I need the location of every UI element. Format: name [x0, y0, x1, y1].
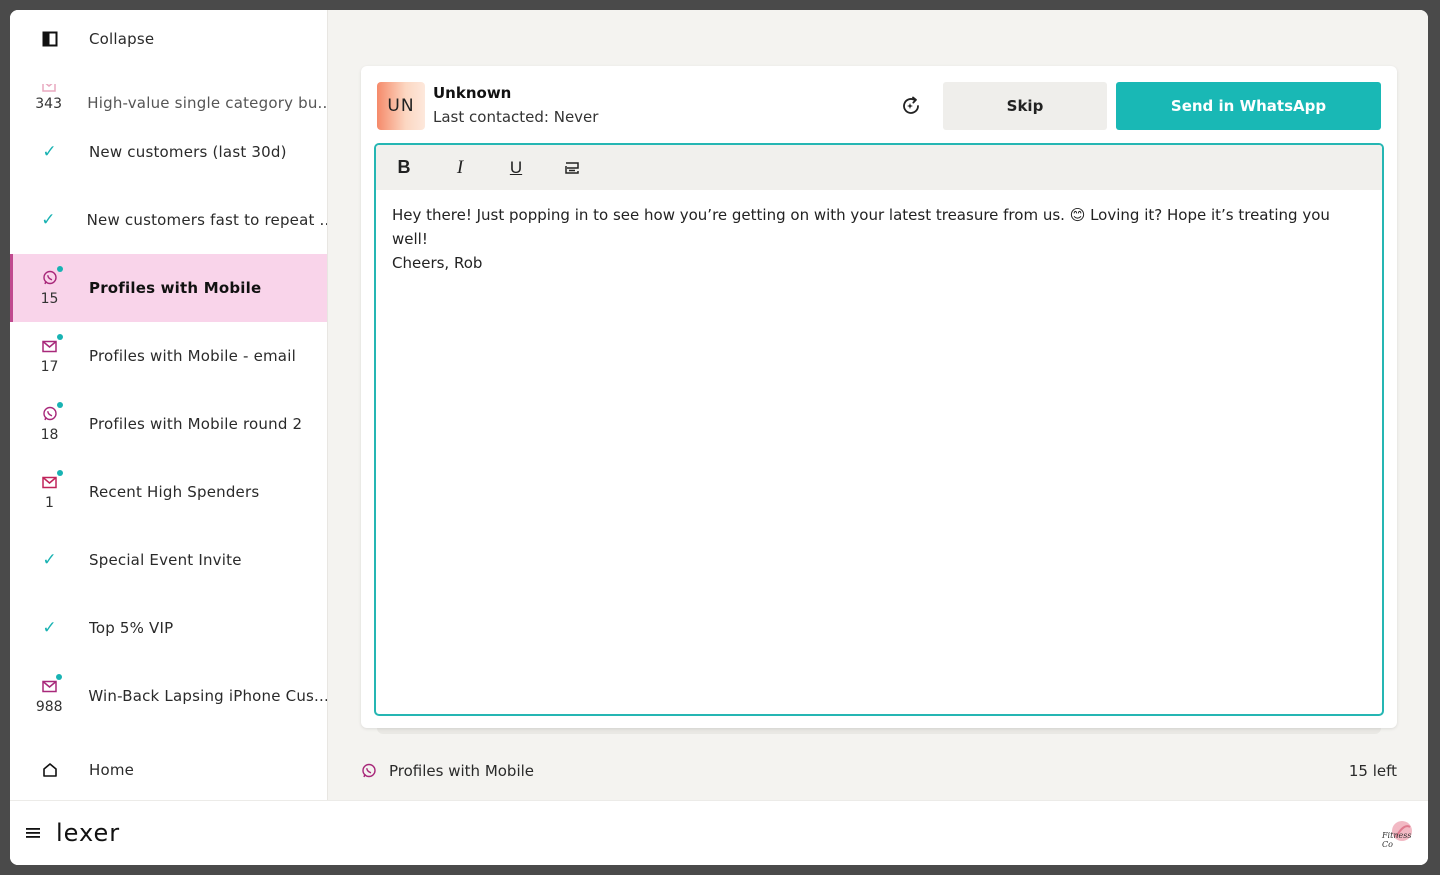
hamburger-menu-icon[interactable]	[25, 825, 41, 841]
italic-button[interactable]: I	[448, 156, 472, 180]
sidebar-collapse-icon	[42, 31, 57, 47]
main-panel: UN Unknown Last contacted: Never Skip Se…	[328, 10, 1428, 800]
last-contacted: Last contacted: Never	[433, 108, 599, 126]
mail-icon	[41, 680, 57, 692]
current-segment-label: Profiles with Mobile	[389, 762, 535, 780]
skip-button[interactable]: Skip	[943, 82, 1107, 130]
message-card: UN Unknown Last contacted: Never Skip Se…	[361, 66, 1397, 728]
segment-count: 988	[35, 699, 63, 715]
mail-icon	[42, 340, 57, 352]
message-body[interactable]: Hey there! Just popping in to see how yo…	[376, 190, 1382, 288]
segment-item-profiles-with-mobile[interactable]: 15 Profiles with Mobile	[10, 254, 327, 322]
check-icon: ✓	[41, 210, 56, 230]
segment-label: Profiles with Mobile	[89, 279, 262, 297]
home-label: Home	[89, 761, 135, 779]
bottom-bar: lexer Fitness Co	[10, 800, 1428, 865]
status-dot	[56, 402, 63, 408]
collapse-icon-col	[10, 31, 89, 47]
segment-item-high-value[interactable]: 343 High-value single category bu...	[10, 68, 327, 118]
send-whatsapp-button[interactable]: Send in WhatsApp	[1116, 82, 1381, 130]
contact-avatar: UN	[377, 82, 425, 130]
card-shadow-stack	[377, 728, 1381, 734]
mail-icon	[42, 476, 57, 488]
clear-format-button[interactable]	[560, 156, 584, 180]
regenerate-button[interactable]	[897, 92, 925, 120]
segment-label: New customers fast to repeat ...	[86, 211, 327, 229]
current-segment: Profiles with Mobile	[361, 762, 534, 780]
remaining-count: 15 left	[1348, 762, 1397, 780]
status-dot	[56, 266, 63, 272]
segment-count: 17	[40, 359, 59, 375]
segment-item-new-customers-fast[interactable]: ✓ New customers fast to repeat ...	[10, 186, 327, 254]
whatsapp-icon	[42, 406, 57, 421]
clear-format-icon	[565, 161, 579, 174]
segment-label: New customers (last 30d)	[89, 143, 287, 161]
segment-count: 343	[35, 96, 62, 112]
segment-item-win-back[interactable]: 988 Win-Back Lapsing iPhone Cus...	[10, 662, 327, 730]
sidebar: Collapse 343 High-value single category …	[10, 10, 328, 800]
app-window: Collapse 343 High-value single category …	[10, 10, 1428, 865]
sidebar-item-home[interactable]: Home	[10, 746, 327, 794]
status-dot	[56, 334, 63, 340]
segment-label: Profiles with Mobile - email	[89, 347, 296, 365]
collapse-label: Collapse	[89, 30, 155, 48]
regenerate-sparkle-icon	[903, 96, 919, 114]
editor-toolbar: B I U	[376, 145, 1382, 190]
check-icon: ✓	[42, 550, 57, 570]
home-icon	[42, 763, 57, 777]
segment-item-top-5-vip[interactable]: ✓ Top 5% VIP	[10, 594, 327, 662]
whatsapp-icon	[42, 270, 57, 285]
segment-label: Top 5% VIP	[89, 619, 174, 637]
segment-item-profiles-with-mobile-email[interactable]: 17 Profiles with Mobile - email	[10, 322, 327, 390]
mail-icon	[41, 84, 56, 92]
segment-list: 343 High-value single category bu... ✓ N…	[10, 68, 327, 730]
underline-button[interactable]: U	[504, 156, 528, 180]
segment-label: Recent High Spenders	[89, 483, 260, 501]
segment-label: Special Event Invite	[89, 551, 242, 569]
segment-item-recent-high-spenders[interactable]: 1 Recent High Spenders	[10, 458, 327, 526]
org-logo-text: Fitness Co	[1382, 831, 1412, 849]
whatsapp-icon	[362, 763, 376, 778]
segment-count: 1	[45, 495, 54, 511]
status-dot	[56, 674, 63, 680]
segment-label: Profiles with Mobile round 2	[89, 415, 303, 433]
segment-count: 18	[40, 427, 59, 443]
segment-item-special-event-invite[interactable]: ✓ Special Event Invite	[10, 526, 327, 594]
message-editor[interactable]: B I U Hey there! Just popping in to see …	[374, 143, 1384, 716]
check-icon: ✓	[42, 618, 57, 638]
segment-label: Win-Back Lapsing iPhone Cus...	[88, 687, 327, 705]
segment-label: High-value single category bu...	[87, 94, 327, 112]
segment-item-new-customers[interactable]: ✓ New customers (last 30d)	[10, 118, 327, 186]
org-logo[interactable]: Fitness Co	[1382, 817, 1414, 849]
segment-count: 15	[40, 291, 59, 307]
bold-button[interactable]: B	[392, 156, 416, 180]
collapse-button[interactable]: Collapse	[10, 10, 327, 68]
lexer-logo: lexer	[56, 819, 121, 847]
status-dot	[56, 470, 63, 476]
contact-name: Unknown	[433, 84, 512, 102]
check-icon: ✓	[42, 142, 57, 162]
segment-item-profiles-with-mobile-round-2[interactable]: 18 Profiles with Mobile round 2	[10, 390, 327, 458]
